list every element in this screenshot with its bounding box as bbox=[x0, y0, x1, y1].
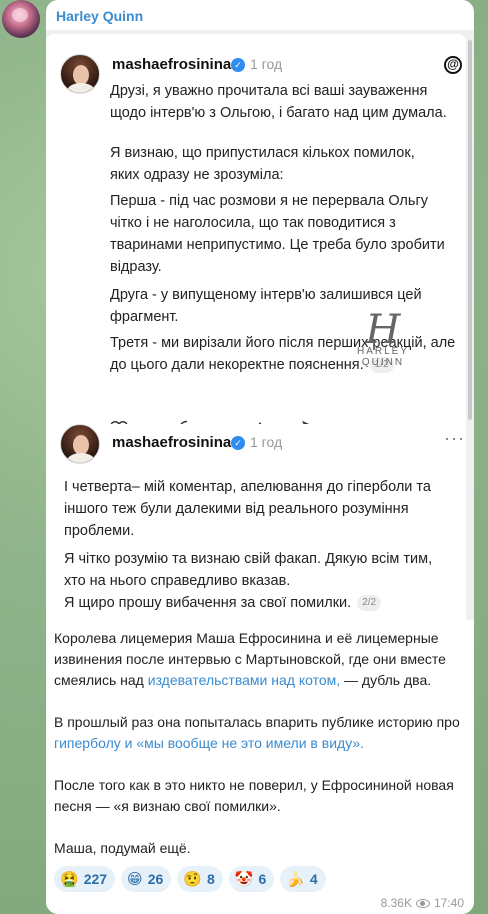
signature-mark: H bbox=[365, 307, 401, 353]
watermark: H HARLEY QUINN bbox=[338, 310, 428, 370]
post-counter: 2/2 bbox=[357, 595, 382, 612]
eye-icon bbox=[415, 898, 430, 908]
message-link[interactable]: гиперболу и «мы вообще не это имели в ви… bbox=[54, 735, 364, 751]
post-paragraph: І четверта– мій коментар, апелювання до … bbox=[64, 479, 431, 539]
vomit-emoji-icon: 🤮 bbox=[60, 870, 79, 888]
message-bubble: Harley Quinn mashaefrosinina ✓ 1 год @ Д… bbox=[46, 0, 474, 914]
sender-name[interactable]: Harley Quinn bbox=[56, 8, 143, 24]
message-paragraph: Королева лицемерия Маша Ефросинина и её … bbox=[54, 630, 446, 688]
post-avatar bbox=[60, 54, 100, 94]
reaction-vomit[interactable]: 🤮 227 bbox=[54, 866, 116, 892]
reaction-grin[interactable]: 😁 26 bbox=[121, 866, 172, 892]
watermark-text: HARLEY QUINN bbox=[356, 346, 409, 368]
grin-emoji-icon: 😁 bbox=[127, 870, 143, 888]
post-paragraph: Я чітко розумію та визнаю свій факап. Дя… bbox=[64, 551, 433, 589]
message-meta: 8.36K 17:40 bbox=[381, 896, 464, 910]
post-paragraph: Перша - під час розмови я не перервала О… bbox=[110, 193, 445, 275]
clown-emoji-icon: 🤡 bbox=[234, 870, 254, 888]
message-paragraph: Маша, подумай ещё. bbox=[54, 840, 191, 856]
verified-icon: ✓ bbox=[231, 58, 245, 72]
post-time: 1 год bbox=[250, 434, 283, 450]
post-time: 1 год bbox=[250, 56, 283, 72]
post-username: mashaefrosinina bbox=[112, 434, 232, 451]
reaction-banana[interactable]: 🍌 4 bbox=[280, 866, 326, 892]
raised-eyebrow-emoji-icon: 🤨 bbox=[183, 870, 202, 888]
banana-emoji-icon: 🍌 bbox=[286, 870, 305, 888]
attached-screenshot[interactable]: mashaefrosinina ✓ 1 год @ Друзі, я уважн… bbox=[46, 30, 474, 620]
scrollbar-thumb bbox=[468, 40, 472, 420]
channel-avatar[interactable] bbox=[2, 0, 40, 38]
reaction-clown[interactable]: 🤡 6 bbox=[228, 866, 275, 892]
message-paragraph: После того как в это никто не поверил, у… bbox=[54, 777, 454, 814]
view-count: 8.36K bbox=[380, 896, 412, 910]
message-time: 17:40 bbox=[433, 896, 464, 910]
verified-icon: ✓ bbox=[231, 436, 245, 450]
post-paragraph: Я визнаю, що припустилася кількох помило… bbox=[110, 145, 415, 183]
post-paragraph: Друзі, я уважно прочитала всі ваші заува… bbox=[110, 83, 447, 121]
message-link[interactable]: издевательствами над котом, bbox=[148, 672, 340, 688]
threads-post-1: mashaefrosinina ✓ 1 год @ Друзі, я уважн… bbox=[46, 34, 466, 447]
message-paragraph: В прошлый раз она попыталась впарить пуб… bbox=[54, 714, 460, 751]
post-avatar bbox=[60, 424, 100, 464]
threads-post-2: mashaefrosinina ✓ 1 год ··· І четверта– … bbox=[46, 424, 466, 620]
more-options-icon[interactable]: ··· bbox=[444, 428, 465, 449]
threads-logo-icon: @ bbox=[444, 56, 462, 74]
reaction-raised-eyebrow[interactable]: 🤨 8 bbox=[177, 866, 223, 892]
post-username: mashaefrosinina bbox=[112, 56, 232, 73]
reactions-bar: 🤮 227 😁 26 🤨 8 🤡 6 🍌 4 bbox=[54, 866, 326, 892]
post-paragraph-last: Я щиро прошу вибачення за свої помилки. 2… bbox=[64, 592, 456, 614]
